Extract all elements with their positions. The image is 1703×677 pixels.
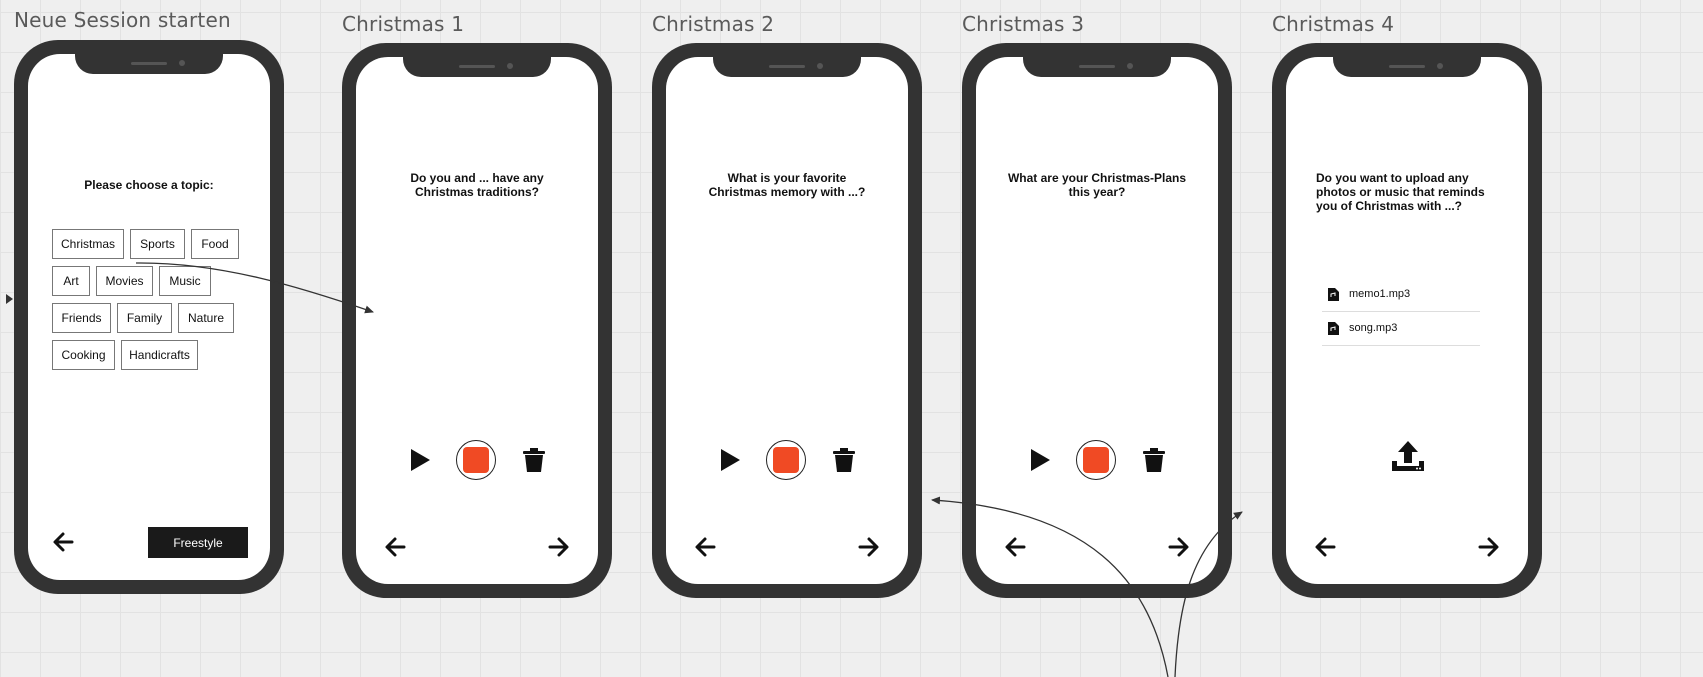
- topic-chip-nature[interactable]: Nature: [178, 303, 234, 333]
- frame-title-christmas-1: Christmas 1: [342, 12, 465, 36]
- topic-chip-food[interactable]: Food: [191, 229, 239, 259]
- arrow-left-icon[interactable]: [50, 528, 78, 556]
- file-name: memo1.mp3: [1349, 288, 1411, 300]
- file-list-item[interactable]: memo1.mp3: [1322, 277, 1480, 312]
- phone-christmas-4: Do you want to upload any photos or musi…: [1272, 43, 1542, 598]
- arrow-right-icon[interactable]: [854, 533, 882, 561]
- screen-new-session: Please choose a topic: Christmas Sports …: [28, 54, 270, 580]
- play-icon[interactable]: [718, 447, 742, 473]
- topic-chip-music[interactable]: Music: [159, 266, 211, 296]
- phone-new-session: Please choose a topic: Christmas Sports …: [14, 40, 284, 594]
- arrow-right-icon[interactable]: [1474, 533, 1502, 561]
- arrow-left-icon[interactable]: [692, 533, 720, 561]
- phone-christmas-1: Do you and ... have any Christmas tradit…: [342, 43, 612, 598]
- question-text: Do you want to upload any photos or musi…: [1316, 171, 1485, 213]
- topic-prompt: Please choose a topic:: [84, 178, 214, 192]
- frame-title-christmas-2: Christmas 2: [652, 12, 775, 36]
- question-text: Do you and ... have any Christmas tradit…: [410, 171, 544, 199]
- trash-icon[interactable]: [1142, 447, 1166, 473]
- audio-file-icon: [1328, 287, 1339, 301]
- question-text: What is your favorite Christmas memory w…: [708, 171, 866, 199]
- file-name: song.mp3: [1349, 322, 1398, 334]
- notch: [403, 57, 551, 77]
- phone-christmas-3: What are your Christmas-Plans this year?: [962, 43, 1232, 598]
- record-icon: [463, 447, 489, 473]
- topic-chip-cooking[interactable]: Cooking: [52, 340, 115, 370]
- record-button[interactable]: [766, 440, 806, 480]
- audio-file-icon: [1328, 321, 1339, 335]
- arrow-left-icon[interactable]: [1002, 533, 1030, 561]
- screen-christmas-1: Do you and ... have any Christmas tradit…: [356, 57, 598, 584]
- notch: [1333, 57, 1481, 77]
- frame-title-christmas-3: Christmas 3: [962, 12, 1085, 36]
- notch: [1023, 57, 1171, 77]
- frame-title-new-session: Neue Session starten: [14, 8, 231, 32]
- trash-icon[interactable]: [832, 447, 856, 473]
- topic-chip-art[interactable]: Art: [52, 266, 90, 296]
- screen-christmas-4: Do you want to upload any photos or musi…: [1286, 57, 1528, 584]
- record-icon: [773, 447, 799, 473]
- phone-christmas-2: What is your favorite Christmas memory w…: [652, 43, 922, 598]
- incoming-arrowhead: [6, 294, 13, 304]
- upload-icon[interactable]: [1390, 439, 1426, 475]
- arrow-right-icon[interactable]: [1164, 533, 1192, 561]
- topic-chip-friends[interactable]: Friends: [52, 303, 111, 333]
- notch: [713, 57, 861, 77]
- arrow-left-icon[interactable]: [382, 533, 410, 561]
- topic-chip-sports[interactable]: Sports: [130, 229, 185, 259]
- topic-chip-movies[interactable]: Movies: [96, 266, 153, 296]
- frame-title-christmas-4: Christmas 4: [1272, 12, 1395, 36]
- record-button[interactable]: [456, 440, 496, 480]
- arrow-left-icon[interactable]: [1312, 533, 1340, 561]
- screen-christmas-2: What is your favorite Christmas memory w…: [666, 57, 908, 584]
- screen-christmas-3: What are your Christmas-Plans this year?: [976, 57, 1218, 584]
- play-icon[interactable]: [408, 447, 432, 473]
- file-list-item[interactable]: song.mp3: [1322, 311, 1480, 346]
- notch: [75, 54, 223, 74]
- play-icon[interactable]: [1028, 447, 1052, 473]
- question-text: What are your Christmas-Plans this year?: [1007, 171, 1187, 199]
- arrow-right-icon[interactable]: [544, 533, 572, 561]
- topic-chip-family[interactable]: Family: [117, 303, 172, 333]
- record-button[interactable]: [1076, 440, 1116, 480]
- trash-icon[interactable]: [522, 447, 546, 473]
- topic-chip-handicrafts[interactable]: Handicrafts: [121, 340, 198, 370]
- topic-chip-christmas[interactable]: Christmas: [52, 229, 124, 259]
- freestyle-button[interactable]: Freestyle: [148, 527, 248, 558]
- record-icon: [1083, 447, 1109, 473]
